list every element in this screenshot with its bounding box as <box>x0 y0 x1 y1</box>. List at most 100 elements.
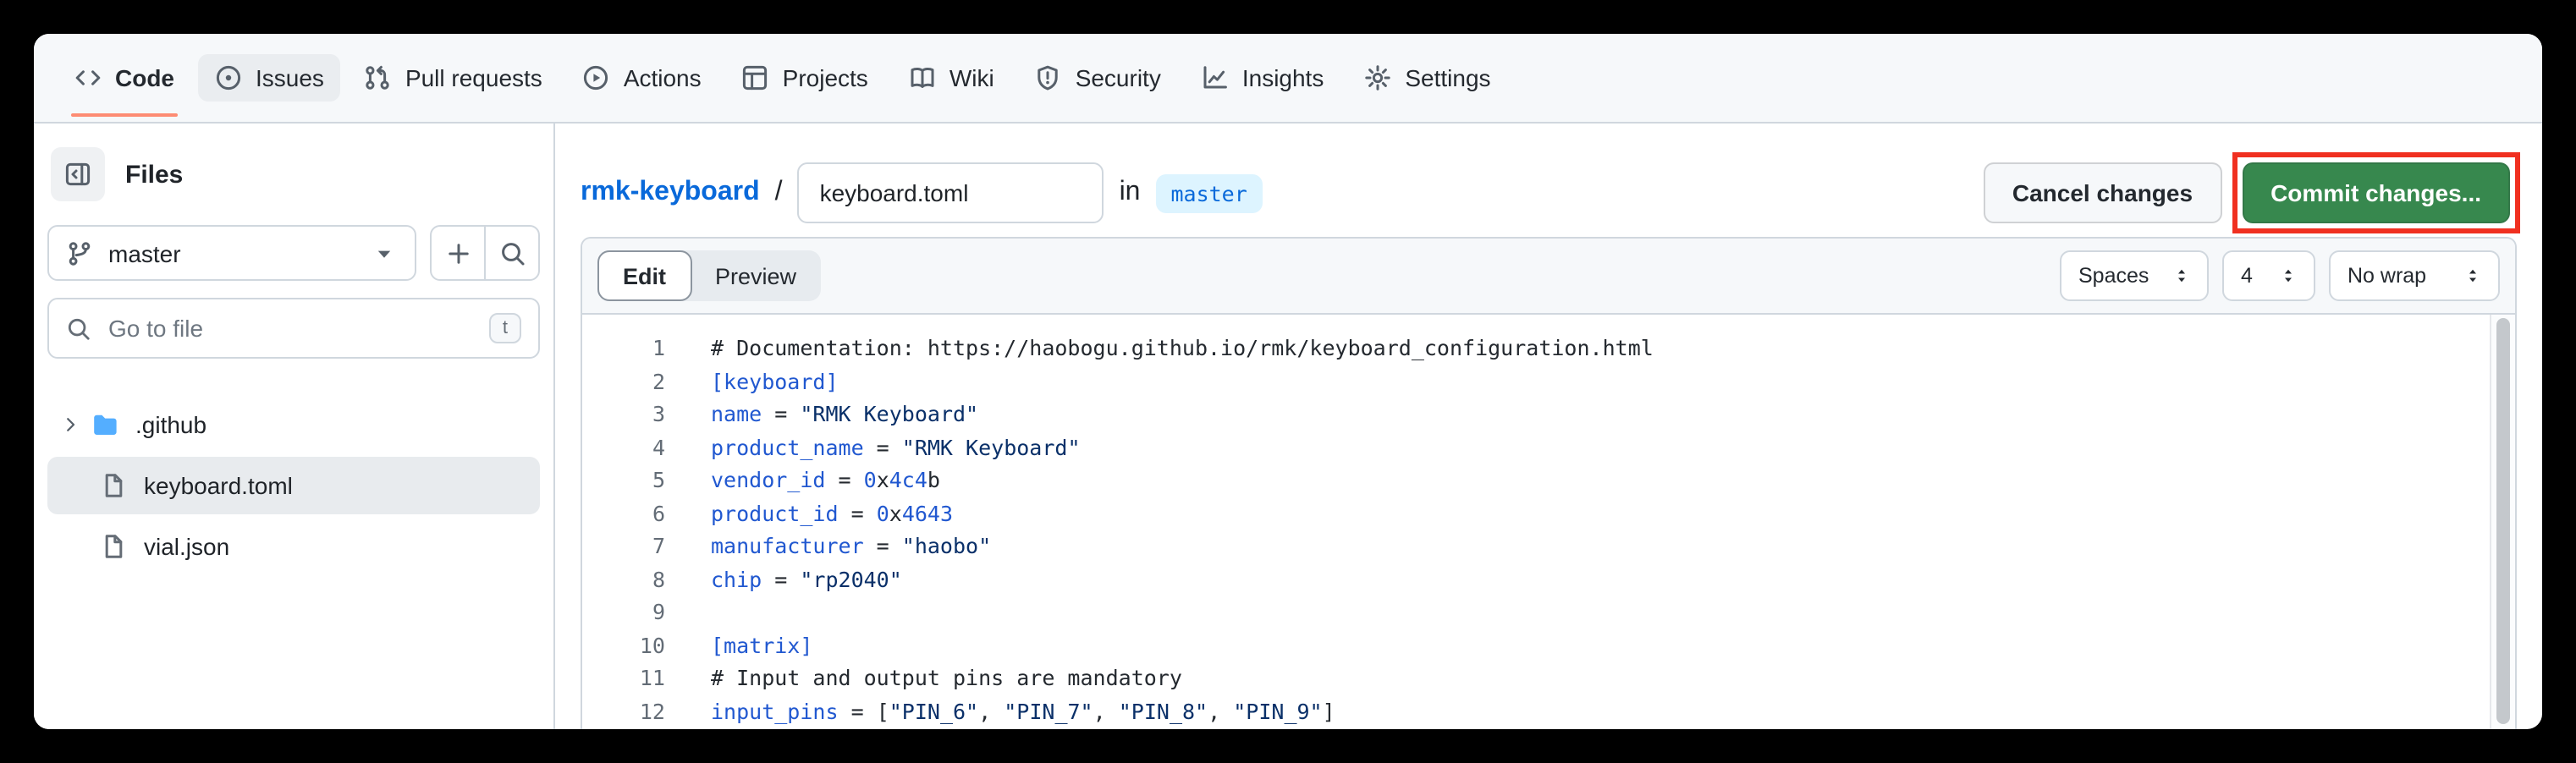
screenshot-stage: Code Issues Pull requests Actions Projects Wi… <box>0 0 2576 763</box>
edit-preview-tabs: Edit Preview <box>597 250 820 301</box>
line-content: input_pins = ["PIN_6", "PIN_7", "PIN_8",… <box>665 694 1335 727</box>
nav-tab-label: Security <box>1076 64 1161 91</box>
repo-root-link[interactable]: rmk-keyboard <box>581 178 760 208</box>
breadcrumb-row: rmk-keyboard / in master Cancel changes … <box>581 162 2517 223</box>
code-line: 10[matrix] <box>582 629 2515 661</box>
indent-mode-select[interactable]: Spaces <box>2060 250 2209 301</box>
code-line: 7manufacturer = "haobo" <box>582 530 2515 563</box>
repo-nav: Code Issues Pull requests Actions Projects Wi… <box>34 34 2542 124</box>
files-sidebar: Files master <box>34 124 555 729</box>
up-down-arrows-icon <box>2280 264 2297 288</box>
nav-tab-insights[interactable]: Insights <box>1185 54 1341 102</box>
commit-button-wrapper: Commit changes... <box>2242 162 2510 223</box>
code-line: 12input_pins = ["PIN_6", "PIN_7", "PIN_8… <box>582 694 2515 727</box>
line-content: manufacturer = "haobo" <box>665 530 991 563</box>
code-line: 1# Documentation: https://haobogu.github… <box>582 332 2515 365</box>
nav-tab-label: Actions <box>624 64 702 91</box>
nav-tab-label: Issues <box>256 64 324 91</box>
add-file-button[interactable] <box>432 227 484 279</box>
editor-options: Spaces 4 No wrap <box>2060 250 2500 301</box>
tree-item-label: vial.json <box>144 533 229 560</box>
editor-scrollbar <box>2490 315 2515 729</box>
up-down-arrows-icon <box>2173 264 2190 288</box>
line-number: 10 <box>582 629 665 661</box>
nav-tab-label: Projects <box>783 64 868 91</box>
file-icon <box>100 472 127 499</box>
nav-tab-label: Wiki <box>949 64 994 91</box>
nav-tab-label: Insights <box>1242 64 1324 91</box>
nav-tab-label: Code <box>115 64 174 91</box>
branch-selector[interactable]: master <box>47 225 416 281</box>
nav-tab-pull-requests[interactable]: Pull requests <box>348 54 559 102</box>
tree-item-vial-json[interactable]: vial.json <box>47 518 540 575</box>
nav-tab-settings[interactable]: Settings <box>1347 54 1507 102</box>
nav-tab-wiki[interactable]: Wiki <box>892 54 1011 102</box>
indent-size-value: 4 <box>2241 264 2253 288</box>
line-number: 12 <box>582 694 665 727</box>
line-number: 3 <box>582 398 665 431</box>
wrap-mode-select[interactable]: No wrap <box>2329 250 2500 301</box>
tree-item-github[interactable]: .github <box>47 396 540 453</box>
go-to-file-input[interactable] <box>105 313 476 343</box>
line-number: 4 <box>582 431 665 464</box>
code-line: 4product_name = "RMK Keyboard" <box>582 431 2515 464</box>
line-number: 6 <box>582 497 665 530</box>
search-icon <box>66 316 91 341</box>
code-line: 2[keyboard] <box>582 365 2515 398</box>
editor-main: rmk-keyboard / in master Cancel changes … <box>555 124 2542 729</box>
tree-item-keyboard-toml[interactable]: keyboard.toml <box>47 457 540 514</box>
scrollbar-thumb[interactable] <box>2496 318 2509 724</box>
search-files-button[interactable] <box>484 227 538 279</box>
chevron-down-icon <box>371 239 398 266</box>
sidebar-button-group <box>430 225 540 281</box>
github-page: Code Issues Pull requests Actions Projects Wi… <box>34 34 2542 729</box>
files-header: Files <box>47 147 540 201</box>
code-editor[interactable]: 1# Documentation: https://haobogu.github… <box>582 315 2515 729</box>
files-title: Files <box>125 160 183 189</box>
code-line: 5vendor_id = 0x4c4b <box>582 464 2515 497</box>
code-icon <box>74 64 102 91</box>
plus-icon <box>444 239 471 266</box>
page-body: Files master <box>34 124 2542 729</box>
nav-tab-actions[interactable]: Actions <box>566 54 718 102</box>
book-icon <box>909 64 936 91</box>
nav-tab-security[interactable]: Security <box>1018 54 1178 102</box>
collapse-sidebar-button[interactable] <box>51 147 105 201</box>
line-number: 11 <box>582 661 665 694</box>
issue-opened-icon <box>215 64 242 91</box>
editor-toolbar: Edit Preview Spaces 4 <box>582 239 2515 315</box>
file-tree: .github keyboard.toml vial.json <box>47 396 540 575</box>
line-content: [matrix] <box>665 629 812 661</box>
tab-edit[interactable]: Edit <box>597 250 691 301</box>
cancel-changes-button[interactable]: Cancel changes <box>1984 162 2221 223</box>
indent-size-select[interactable]: 4 <box>2222 250 2315 301</box>
line-number: 8 <box>582 563 665 596</box>
code-line: 3name = "RMK Keyboard" <box>582 398 2515 431</box>
line-content: chip = "rp2040" <box>665 563 902 596</box>
line-number: 9 <box>582 596 665 629</box>
nav-tab-projects[interactable]: Projects <box>725 54 885 102</box>
line-content: [keyboard] <box>665 365 839 398</box>
indent-mode-value: Spaces <box>2078 264 2149 288</box>
tab-preview[interactable]: Preview <box>691 250 820 301</box>
code-line: 8chip = "rp2040" <box>582 563 2515 596</box>
graph-icon <box>1202 64 1229 91</box>
nav-tab-label: Settings <box>1405 64 1490 91</box>
line-content: # Documentation: https://haobogu.github.… <box>665 332 1654 365</box>
nav-tab-issues[interactable]: Issues <box>198 54 341 102</box>
tree-item-label: .github <box>135 411 206 438</box>
play-icon <box>583 64 610 91</box>
breadcrumb-separator: / <box>775 178 783 208</box>
nav-tab-label: Pull requests <box>405 64 542 91</box>
in-label: in <box>1120 178 1141 208</box>
line-content: # Input and output pins are mandatory <box>665 661 1182 694</box>
filename-input[interactable] <box>798 162 1104 223</box>
commit-changes-button[interactable]: Commit changes... <box>2242 162 2510 223</box>
header-actions: Cancel changes Commit changes... <box>1984 162 2517 223</box>
wrap-mode-value: No wrap <box>2348 264 2426 288</box>
sidebar-collapse-icon <box>64 161 91 188</box>
chevron-right-icon <box>61 414 85 435</box>
branch-badge: master <box>1155 173 1262 212</box>
nav-tab-code[interactable]: Code <box>58 54 191 102</box>
search-icon <box>498 239 526 266</box>
